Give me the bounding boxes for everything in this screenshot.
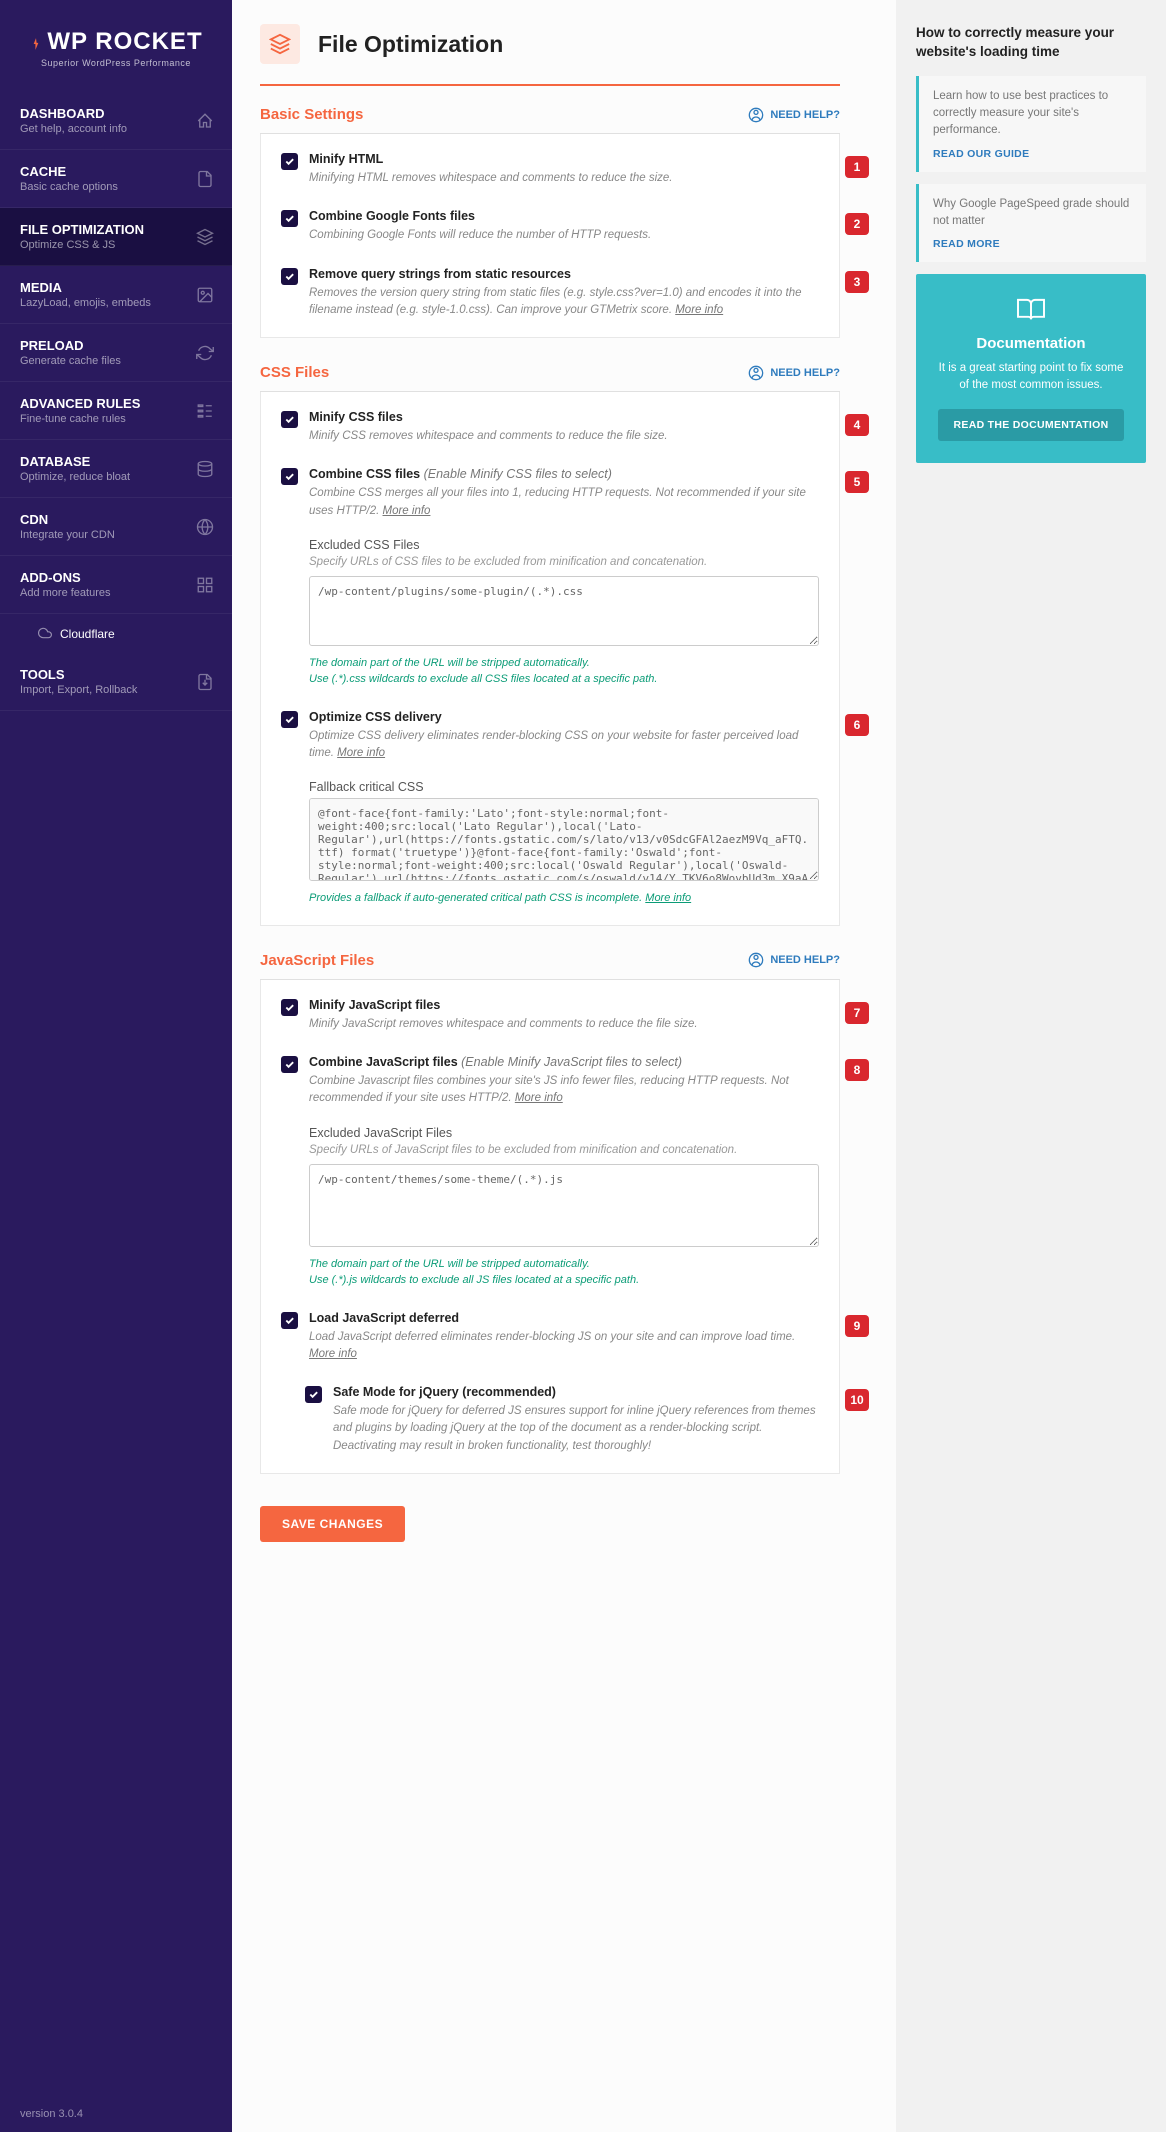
combine-css-field: Combine CSS files (Enable Minify CSS fil…: [281, 467, 819, 688]
logo: WP ROCKET Superior WordPress Performance: [0, 0, 232, 92]
sidebar-item-cache[interactable]: CACHE Basic cache options: [0, 150, 232, 208]
excluded-css-input[interactable]: [309, 576, 819, 646]
page-header: File Optimization: [260, 24, 840, 86]
more-info-link[interactable]: More info: [675, 304, 723, 316]
need-help-link[interactable]: NEED HELP?: [748, 952, 840, 968]
sidebar-item-advanced-rules[interactable]: ADVANCED RULES Fine-tune cache rules: [0, 382, 232, 440]
cloud-icon: [38, 627, 52, 641]
media-icon: [196, 286, 214, 304]
safe-mode-field: Safe Mode for jQuery (recommended) Safe …: [305, 1385, 819, 1455]
sidebar-item-database[interactable]: DATABASE Optimize, reduce bloat: [0, 440, 232, 498]
section-js: JavaScript Files NEED HELP? Minify JavaS…: [260, 952, 840, 1474]
section-css: CSS Files NEED HELP? Minify CSS files Mi…: [260, 364, 840, 926]
minify-js-field: Minify JavaScript files Minify JavaScrip…: [281, 998, 819, 1033]
minify-css-checkbox[interactable]: [281, 411, 298, 428]
sidebar-item-cdn[interactable]: CDN Integrate your CDN: [0, 498, 232, 556]
need-help-link[interactable]: NEED HELP?: [748, 365, 840, 381]
sidebar-item-preload[interactable]: PRELOAD Generate cache files: [0, 324, 232, 382]
safe-mode-checkbox[interactable]: [305, 1386, 322, 1403]
sidebar: WP ROCKET Superior WordPress Performance…: [0, 0, 232, 2132]
defer-js-field: Load JavaScript deferred Load JavaScript…: [281, 1311, 819, 1364]
basic-field-2: Remove query strings from static resourc…: [281, 267, 819, 320]
minify-js-checkbox[interactable]: [281, 999, 298, 1016]
sidebar-item-dashboard[interactable]: DASHBOARD Get help, account info: [0, 92, 232, 150]
preload-icon: [196, 344, 214, 362]
excluded-js-input[interactable]: [309, 1164, 819, 1247]
read-docs-button[interactable]: READ THE DOCUMENTATION: [938, 409, 1125, 441]
basic-field-0: Minify HTML Minifying HTML removes white…: [281, 152, 819, 187]
read-guide-link[interactable]: READ OUR GUIDE: [933, 148, 1132, 160]
defer-js-checkbox[interactable]: [281, 1312, 298, 1329]
rocket-icon: [29, 30, 43, 50]
main-content: File Optimization Basic Settings NEED HE…: [232, 0, 896, 2132]
basic-field-1: Combine Google Fonts files Combining Goo…: [281, 209, 819, 244]
addons-icon: [196, 576, 214, 594]
checkbox[interactable]: [281, 153, 298, 170]
version-label: version 3.0.4: [20, 2108, 83, 2120]
minify-css-field: Minify CSS files Minify CSS removes whit…: [281, 410, 819, 445]
file-optimization-icon: [196, 228, 214, 246]
fallback-css-input[interactable]: [309, 798, 819, 881]
more-info-link[interactable]: More info: [645, 892, 691, 904]
right-sidebar: How to correctly measure your website's …: [896, 0, 1166, 2132]
checkbox[interactable]: [281, 210, 298, 227]
read-more-link[interactable]: READ MORE: [933, 238, 1132, 250]
combine-js-checkbox[interactable]: [281, 1056, 298, 1073]
sidebar-item-file-optimization[interactable]: FILE OPTIMIZATION Optimize CSS & JS: [0, 208, 232, 266]
need-help-link[interactable]: NEED HELP?: [748, 107, 840, 123]
more-info-link[interactable]: More info: [337, 747, 385, 759]
sidebar-item-addons[interactable]: ADD-ONS Add more features: [0, 556, 232, 614]
more-info-link[interactable]: More info: [383, 505, 431, 517]
tip-card: Learn how to use best practices to corre…: [916, 76, 1146, 172]
database-icon: [196, 460, 214, 478]
more-info-link[interactable]: More info: [309, 1348, 357, 1360]
sidebar-item-tools[interactable]: TOOLS Import, Export, Rollback: [0, 653, 232, 711]
section-basic: Basic Settings NEED HELP? Minify HTML Mi…: [260, 106, 840, 338]
checkbox[interactable]: [281, 268, 298, 285]
page-title: File Optimization: [318, 31, 503, 58]
tip-card: Why Google PageSpeed grade should not ma…: [916, 184, 1146, 263]
advanced-rules-icon: [196, 402, 214, 420]
sidebar-item-media[interactable]: MEDIA LazyLoad, emojis, embeds: [0, 266, 232, 324]
sidebar-item-cloudflare[interactable]: Cloudflare: [0, 614, 232, 653]
combine-css-checkbox[interactable]: [281, 468, 298, 485]
optimize-css-checkbox[interactable]: [281, 711, 298, 728]
save-button[interactable]: SAVE CHANGES: [260, 1506, 405, 1542]
cdn-icon: [196, 518, 214, 536]
tools-icon: [196, 673, 214, 691]
more-info-link[interactable]: More info: [515, 1092, 563, 1104]
combine-js-field: Combine JavaScript files (Enable Minify …: [281, 1055, 819, 1289]
book-icon: [934, 296, 1128, 325]
optimize-css-field: Optimize CSS delivery Optimize CSS deliv…: [281, 710, 819, 907]
layers-icon: [260, 24, 300, 64]
cache-icon: [196, 170, 214, 188]
documentation-card: Documentation It is a great starting poi…: [916, 274, 1146, 463]
dashboard-icon: [196, 112, 214, 130]
